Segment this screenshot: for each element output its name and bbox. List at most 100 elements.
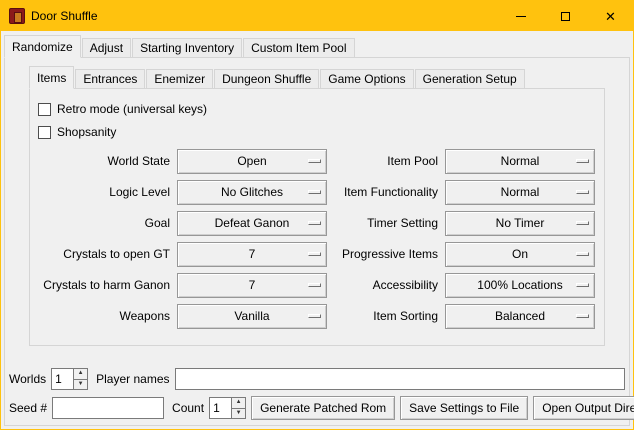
dropdown-indicator-icon xyxy=(576,314,589,318)
open-output-directory-button[interactable]: Open Output Directory xyxy=(533,396,634,420)
world-state-value: Open xyxy=(237,154,266,168)
dropdown-indicator-icon xyxy=(308,283,321,287)
minimize-icon xyxy=(516,16,526,17)
crystals-ganon-dropdown[interactable]: 7 xyxy=(177,273,327,298)
accessibility-dropdown[interactable]: 100% Locations xyxy=(445,273,595,298)
dropdown-indicator-icon xyxy=(576,159,589,163)
item-sorting-value: Balanced xyxy=(495,309,545,323)
timer-setting-dropdown[interactable]: No Timer xyxy=(445,211,595,236)
logic-level-dropdown[interactable]: No Glitches xyxy=(177,180,327,205)
app-icon xyxy=(9,8,25,24)
accessibility-value: 100% Locations xyxy=(477,278,562,292)
bottom-bar: Worlds ▲ ▼ Player names Seed # Count xyxy=(9,367,625,420)
retro-mode-checkbox[interactable] xyxy=(38,103,51,116)
tab-custom-item-pool[interactable]: Custom Item Pool xyxy=(243,38,354,58)
tab-enemizer[interactable]: Enemizer xyxy=(146,69,213,89)
logic-level-label: Logic Level xyxy=(38,180,170,205)
tab-entrances[interactable]: Entrances xyxy=(75,69,145,89)
dropdown-indicator-icon xyxy=(576,283,589,287)
goal-dropdown[interactable]: Defeat Ganon xyxy=(177,211,327,236)
shopsanity-label: Shopsanity xyxy=(57,126,116,139)
worlds-stepper-arrows: ▲ ▼ xyxy=(73,368,88,390)
crystals-gt-value: 7 xyxy=(249,247,256,261)
spin-up-icon[interactable]: ▲ xyxy=(231,397,246,409)
crystals-gt-dropdown[interactable]: 7 xyxy=(177,242,327,267)
item-functionality-dropdown[interactable]: Normal xyxy=(445,180,595,205)
worlds-input[interactable] xyxy=(51,368,73,390)
count-input[interactable] xyxy=(209,397,231,419)
tab-starting-inventory[interactable]: Starting Inventory xyxy=(132,38,242,58)
dropdown-indicator-icon xyxy=(576,190,589,194)
seed-input[interactable] xyxy=(52,397,164,419)
save-settings-button[interactable]: Save Settings to File xyxy=(400,396,528,420)
spin-up-icon[interactable]: ▲ xyxy=(73,368,88,380)
worlds-row: Worlds ▲ ▼ Player names xyxy=(9,367,625,391)
worlds-label: Worlds xyxy=(9,368,46,390)
shopsanity-row: Shopsanity xyxy=(38,121,596,143)
dropdown-indicator-icon xyxy=(308,221,321,225)
item-functionality-value: Normal xyxy=(501,185,540,199)
crystals-ganon-value: 7 xyxy=(249,278,256,292)
dropdown-indicator-icon xyxy=(308,159,321,163)
dropdown-indicator-icon xyxy=(308,252,321,256)
world-state-dropdown[interactable]: Open xyxy=(177,149,327,174)
accessibility-label: Accessibility xyxy=(334,273,438,298)
randomize-pane: Items Entrances Enemizer Dungeon Shuffle… xyxy=(4,57,630,426)
retro-mode-label: Retro mode (universal keys) xyxy=(57,103,207,116)
spin-down-icon[interactable]: ▼ xyxy=(231,409,246,420)
timer-setting-value: No Timer xyxy=(496,216,545,230)
secondary-tabbar: Items Entrances Enemizer Dungeon Shuffle… xyxy=(29,65,629,89)
app-window: Door Shuffle ✕ Randomize Adjust Starting… xyxy=(0,0,634,430)
goal-label: Goal xyxy=(38,211,170,236)
weapons-dropdown[interactable]: Vanilla xyxy=(177,304,327,329)
item-pool-dropdown[interactable]: Normal xyxy=(445,149,595,174)
progressive-items-label: Progressive Items xyxy=(334,242,438,267)
dropdown-indicator-icon xyxy=(576,221,589,225)
tab-generation-setup[interactable]: Generation Setup xyxy=(415,69,525,89)
items-pane: Retro mode (universal keys) Shopsanity W… xyxy=(29,88,605,346)
seed-label: Seed # xyxy=(9,397,47,419)
count-stepper: ▲ ▼ xyxy=(209,397,246,419)
goal-value: Defeat Ganon xyxy=(215,216,290,230)
maximize-button[interactable] xyxy=(543,1,588,31)
shopsanity-checkbox[interactable] xyxy=(38,126,51,139)
logic-level-value: No Glitches xyxy=(221,185,283,199)
weapons-value: Vanilla xyxy=(234,309,269,323)
title-bar[interactable]: Door Shuffle ✕ xyxy=(1,1,633,31)
spin-down-icon[interactable]: ▼ xyxy=(73,380,88,391)
tab-adjust[interactable]: Adjust xyxy=(82,38,131,58)
worlds-stepper: ▲ ▼ xyxy=(51,368,88,390)
retro-mode-row: Retro mode (universal keys) xyxy=(38,98,596,120)
timer-setting-label: Timer Setting xyxy=(334,211,438,236)
close-icon: ✕ xyxy=(605,10,616,23)
generate-patched-rom-button[interactable]: Generate Patched Rom xyxy=(251,396,395,420)
world-state-label: World State xyxy=(38,149,170,174)
count-stepper-arrows: ▲ ▼ xyxy=(231,397,246,419)
progressive-items-value: On xyxy=(512,247,528,261)
dropdown-indicator-icon xyxy=(308,314,321,318)
window-title: Door Shuffle xyxy=(31,9,98,23)
options-grid: World State Open Item Pool Normal Logic … xyxy=(38,149,596,329)
minimize-button[interactable] xyxy=(498,1,543,31)
seed-row: Seed # Count ▲ ▼ Generate Patched Rom Sa… xyxy=(9,396,625,420)
item-pool-label: Item Pool xyxy=(334,149,438,174)
tab-dungeon-shuffle[interactable]: Dungeon Shuffle xyxy=(214,69,319,89)
tab-randomize[interactable]: Randomize xyxy=(4,35,81,58)
count-label: Count xyxy=(172,397,204,419)
item-functionality-label: Item Functionality xyxy=(334,180,438,205)
crystals-ganon-label: Crystals to harm Ganon xyxy=(38,273,170,298)
tab-items[interactable]: Items xyxy=(29,66,74,89)
crystals-gt-label: Crystals to open GT xyxy=(38,242,170,267)
tab-game-options[interactable]: Game Options xyxy=(320,69,413,89)
player-names-label: Player names xyxy=(96,368,169,390)
maximize-icon xyxy=(561,12,570,21)
item-sorting-dropdown[interactable]: Balanced xyxy=(445,304,595,329)
close-button[interactable]: ✕ xyxy=(588,1,633,31)
primary-tabbar: Randomize Adjust Starting Inventory Cust… xyxy=(1,31,633,58)
progressive-items-dropdown[interactable]: On xyxy=(445,242,595,267)
player-names-input[interactable] xyxy=(175,368,626,390)
item-sorting-label: Item Sorting xyxy=(334,304,438,329)
dropdown-indicator-icon xyxy=(576,252,589,256)
weapons-label: Weapons xyxy=(38,304,170,329)
item-pool-value: Normal xyxy=(501,154,540,168)
